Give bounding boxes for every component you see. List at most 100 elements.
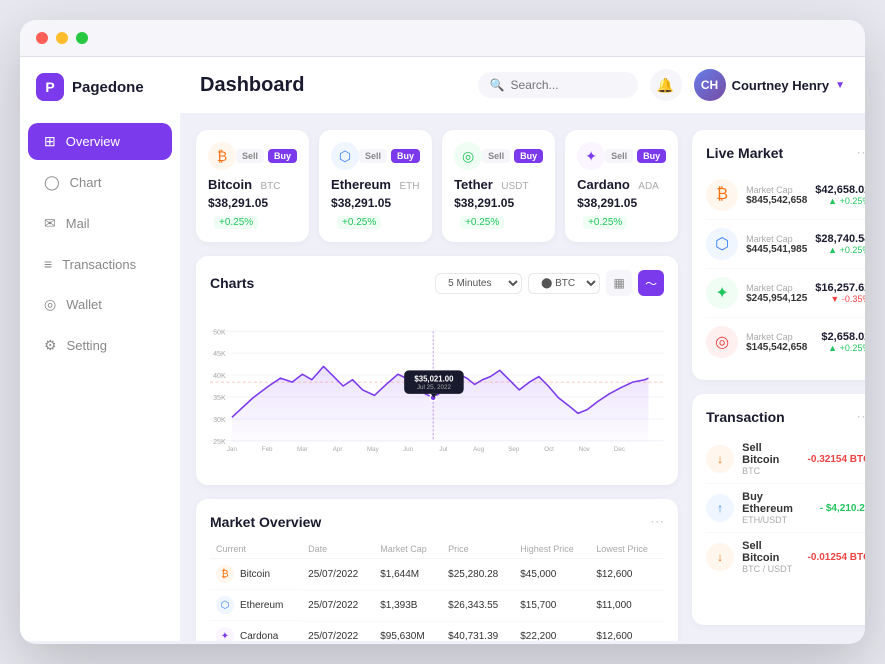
lm-info: Market Cap $145,542,658 — [746, 332, 813, 353]
lm-info: Market Cap $445,541,985 — [746, 234, 807, 255]
price-cell: $26,343.55 — [442, 590, 514, 621]
lm-change: ▲ +0.25% — [815, 245, 865, 255]
logo-icon: P — [36, 73, 64, 101]
content-left: ₿ Sell Buy Bitcoin BTC $38,291.05 +0.25%… — [196, 130, 678, 625]
coin-change: +0.25% — [460, 216, 504, 229]
live-market-title: Live Market — [706, 145, 783, 161]
sidebar-item-label: Chart — [70, 175, 102, 190]
sidebar-item-chart[interactable]: ◯ Chart — [28, 164, 172, 201]
coin-icon-sm: ✦ — [216, 627, 234, 641]
live-market-item: ◎ Market Cap $145,542,658 $2,658.02 ▲ +0… — [706, 318, 865, 366]
col-date: Date — [302, 540, 374, 559]
price-cell: $25,280.28 — [442, 559, 514, 591]
table-row: ₿ Bitcoin 25/07/2022 $1,644M $25,280.28 … — [210, 559, 664, 591]
live-market-header: Live Market ⋯ — [706, 144, 865, 161]
coin-change: +0.25% — [337, 216, 381, 229]
lm-value: $145,542,658 — [746, 342, 813, 353]
lm-price: $2,658.02 — [821, 331, 865, 343]
coin-name: Ethereum — [331, 177, 391, 192]
svg-text:50K: 50K — [213, 329, 226, 336]
sidebar-item-label: Transactions — [62, 257, 136, 272]
live-market-section: Live Market ⋯ ₿ Market Cap $845,542,658 … — [692, 130, 865, 380]
buy-button[interactable]: Buy — [391, 149, 420, 163]
highest-cell: $45,000 — [514, 559, 590, 591]
highest-cell: $15,700 — [514, 590, 590, 621]
app-window: P Pagedone ⊞ Overview ◯ Chart ✉ Mail ≡ T… — [20, 20, 865, 644]
live-market-item: ✦ Market Cap $245,954,125 $16,257.62 ▼ -… — [706, 269, 865, 318]
svg-text:May: May — [367, 446, 380, 453]
coin-select[interactable]: ⬤ BTC ⬤ ETH — [528, 273, 600, 294]
svg-text:45K: 45K — [213, 351, 226, 358]
close-dot[interactable] — [36, 32, 48, 44]
maximize-dot[interactable] — [76, 32, 88, 44]
tx-sub: ETH/USDT — [742, 515, 812, 525]
avatar: CH — [694, 69, 726, 101]
sidebar-item-label: Wallet — [66, 297, 102, 312]
header-right: 🔍 🔔 CH Courtney Henry ▼ — [478, 69, 845, 101]
header: Dashboard 🔍 🔔 CH Courtney Henry ▼ — [180, 57, 865, 114]
sell-button[interactable]: Sell — [359, 149, 387, 163]
svg-text:Jun: Jun — [403, 446, 414, 453]
sidebar-item-setting[interactable]: ⚙ Setting — [28, 327, 172, 364]
tx-sub: BTC / USDT — [742, 564, 799, 574]
lm-label: Market Cap — [746, 332, 813, 342]
transaction-item: ↑ Buy Ethereum ETH/USDT - $4,210.21 — [706, 484, 865, 533]
lm-coin-icon: ⬡ — [706, 228, 738, 260]
sell-button[interactable]: Sell — [482, 149, 510, 163]
coin-name: Ethereum — [240, 600, 283, 611]
market-table: Current Date Market Cap Price Highest Pr… — [210, 540, 664, 641]
coin-cell: ✦ Cardona — [210, 621, 302, 641]
buy-button[interactable]: Buy — [514, 149, 543, 163]
lowest-cell: $12,600 — [590, 621, 664, 641]
lm-price: $16,257.62 — [815, 282, 865, 294]
sidebar-item-label: Setting — [67, 338, 107, 353]
buy-button[interactable]: Buy — [637, 149, 666, 163]
sidebar-item-overview[interactable]: ⊞ Overview — [28, 123, 172, 160]
transactions-icon: ≡ — [44, 256, 52, 272]
lm-price: $42,658.02 — [815, 184, 865, 196]
sell-button[interactable]: Sell — [236, 149, 264, 163]
sidebar-item-mail[interactable]: ✉ Mail — [28, 205, 172, 242]
mail-icon: ✉ — [44, 215, 56, 232]
svg-text:30K: 30K — [213, 417, 226, 424]
more-options-icon[interactable]: ⋯ — [650, 513, 664, 530]
svg-text:Apr: Apr — [333, 446, 343, 453]
svg-text:Dec: Dec — [614, 446, 625, 453]
notification-bell[interactable]: 🔔 — [650, 69, 682, 101]
bar-chart-button[interactable]: ▦ — [606, 270, 632, 296]
tx-info: Sell Bitcoin BTC — [742, 442, 799, 476]
coin-ticker: ETH — [399, 181, 419, 192]
market-cap-cell: $95,630M — [374, 621, 442, 641]
live-market-more[interactable]: ⋯ — [856, 144, 865, 161]
col-marketcap: Market Cap — [374, 540, 442, 559]
buy-button[interactable]: Buy — [268, 149, 297, 163]
sidebar-item-wallet[interactable]: ◎ Wallet — [28, 286, 172, 323]
tx-name: Buy Ethereum — [742, 491, 812, 515]
minimize-dot[interactable] — [56, 32, 68, 44]
transaction-title: Transaction — [706, 409, 785, 425]
lm-price: $28,740.54 — [815, 233, 865, 245]
transaction-section: Transaction ⋯ ↓ Sell Bitcoin BTC -0.3215… — [692, 394, 865, 625]
svg-text:Aug: Aug — [473, 446, 485, 453]
lm-coin-icon: ◎ — [706, 326, 738, 358]
col-highest: Highest Price — [514, 540, 590, 559]
crypto-card-ada: ✦ Sell Buy Cardano ADA $38,291.05 +0.25% — [565, 130, 678, 242]
coin-name: Tether — [454, 177, 493, 192]
svg-text:Sep: Sep — [508, 446, 520, 453]
sidebar-item-transactions[interactable]: ≡ Transactions — [28, 246, 172, 282]
coin-name: Bitcoin — [208, 177, 252, 192]
transaction-more[interactable]: ⋯ — [856, 408, 865, 425]
sell-button[interactable]: Sell — [605, 149, 633, 163]
chevron-down-icon[interactable]: ▼ — [835, 80, 845, 91]
coin-icon-sm: ₿ — [216, 565, 234, 583]
coin-cell: ₿ Bitcoin — [210, 559, 302, 590]
date-cell: 25/07/2022 — [302, 621, 374, 641]
lm-value: $445,541,985 — [746, 244, 807, 255]
sidebar-item-label: Overview — [66, 134, 120, 149]
line-chart-button[interactable]: 〜 — [638, 270, 664, 296]
svg-text:35K: 35K — [213, 395, 226, 402]
search-input[interactable] — [511, 78, 626, 92]
time-select[interactable]: 5 Minutes 15 Minutes 1 Hour — [435, 273, 522, 294]
sidebar-logo: P Pagedone — [20, 73, 180, 121]
coin-price: $38,291.05 — [331, 196, 391, 210]
